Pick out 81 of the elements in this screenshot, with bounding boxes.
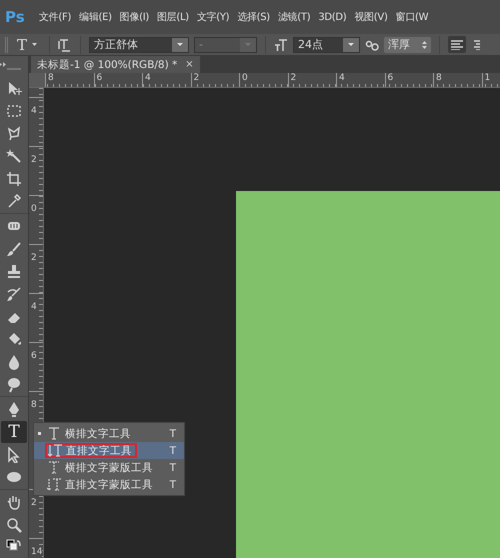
menu-item[interactable]: 编辑(E) (76, 10, 117, 24)
magic-wand-icon (6, 148, 22, 164)
menu-item[interactable]: 图层(L) (154, 10, 194, 24)
pen-icon (6, 401, 22, 418)
ruler-label: 8 (47, 73, 55, 83)
ruler-label: 8 (435, 73, 443, 83)
ruler-label: 2 (29, 251, 37, 263)
flyout-menu-item[interactable]: 直排文字蒙版工具 T (34, 476, 184, 493)
menu-item[interactable]: 滤镜(T) (274, 10, 316, 24)
ruler-label: 4 (338, 73, 346, 83)
ruler-label: 2 (192, 73, 200, 83)
ruler-label: 14 (29, 545, 42, 557)
type-icon (47, 460, 62, 475)
menu-item[interactable]: 视图(V) (351, 10, 393, 24)
antialias-dropdown[interactable]: 浑厚 (384, 36, 432, 52)
ruler-label: 6 (29, 349, 37, 361)
vertical-type-icon (48, 443, 63, 458)
menu-item[interactable]: 3D(D) (315, 12, 352, 22)
dropdown-caret-icon (177, 43, 184, 46)
zoom-icon (6, 516, 22, 533)
shortcut-label: T (170, 478, 177, 490)
menu-label: 横排文字工具 (65, 426, 131, 440)
menu-item[interactable]: 图像(I) (116, 10, 154, 24)
caret-icon (32, 43, 38, 46)
collapse-icon (0, 62, 7, 67)
brush-icon (6, 240, 22, 257)
drop-icon (6, 354, 22, 370)
marquee-icon (6, 102, 22, 118)
font-family-dropdown[interactable]: 方正舒体 (89, 36, 190, 52)
menu-item[interactable]: 文件(F) (36, 10, 76, 24)
shortcut-label: T (170, 444, 177, 456)
hand-icon (6, 494, 22, 510)
align-left-button[interactable] (448, 36, 466, 53)
menu-label: 横排文字蒙版工具 (65, 460, 153, 474)
text-orientation-icon (58, 38, 72, 52)
font-size-icon (274, 38, 288, 52)
updown-caret-icon (422, 40, 428, 48)
eyedropper-icon (6, 193, 22, 210)
menu-label: 直排文字蒙版工具 (65, 478, 153, 492)
close-tab-button[interactable]: × (185, 59, 194, 70)
ruler-label: 2 (29, 153, 37, 165)
menu-item[interactable]: 文字(Y) (194, 10, 234, 24)
ruler-label: 6 (96, 73, 104, 83)
shortcut-label: T (170, 462, 177, 474)
arrow-pointer-icon (6, 446, 22, 463)
ruler-label: 2 (29, 496, 37, 508)
lasso-icon (6, 125, 22, 142)
menu-item[interactable]: 选择(S) (234, 10, 275, 24)
ruler-label: 2 (290, 73, 298, 83)
crop-icon (6, 170, 22, 187)
stamp-icon (6, 263, 22, 280)
ruler-label: 4 (29, 104, 37, 116)
grip-icon (5, 36, 8, 52)
ruler-label: 6 (386, 73, 394, 83)
ruler-label: 8 (29, 398, 37, 410)
ruler-label: 1 (484, 73, 492, 83)
font-size-dropdown[interactable]: 24点 (293, 36, 360, 52)
app-logo: Ps (4, 8, 26, 26)
vertical-type-icon (47, 477, 62, 492)
dropdown-caret-icon (348, 43, 354, 46)
ruler-label: 0 (29, 202, 37, 214)
document-tab[interactable]: 未标题-1 @ 100%(RGB/8) * × (31, 56, 200, 73)
flyout-menu-item[interactable]: 横排文字工具 T (34, 425, 184, 442)
align-center-icon (474, 40, 480, 50)
align-left-icon (451, 40, 464, 50)
document-title: 未标题-1 @ 100%(RGB/8) * (37, 58, 178, 72)
ruler-label: 4 (29, 300, 37, 312)
tool-preset-button[interactable]: T (13, 36, 42, 54)
history-brush-icon (6, 286, 22, 302)
dodge-icon (6, 376, 22, 393)
type-tool-button[interactable]: T (1, 421, 27, 443)
type-icon (47, 426, 62, 441)
shortcut-label: T (170, 428, 177, 440)
menu-item[interactable]: 窗口(W (392, 10, 434, 24)
ruler-label: 0 (241, 73, 249, 83)
move-tool-icon (6, 80, 22, 96)
flyout-menu-item[interactable]: 直排文字工具 T (34, 442, 184, 459)
flyout-menu-item[interactable]: 横排文字蒙版工具 T (34, 459, 184, 476)
antialias-icon (365, 38, 380, 50)
ruler-label: 4 (144, 73, 152, 83)
menu-label: 直排文字工具 (66, 444, 132, 458)
